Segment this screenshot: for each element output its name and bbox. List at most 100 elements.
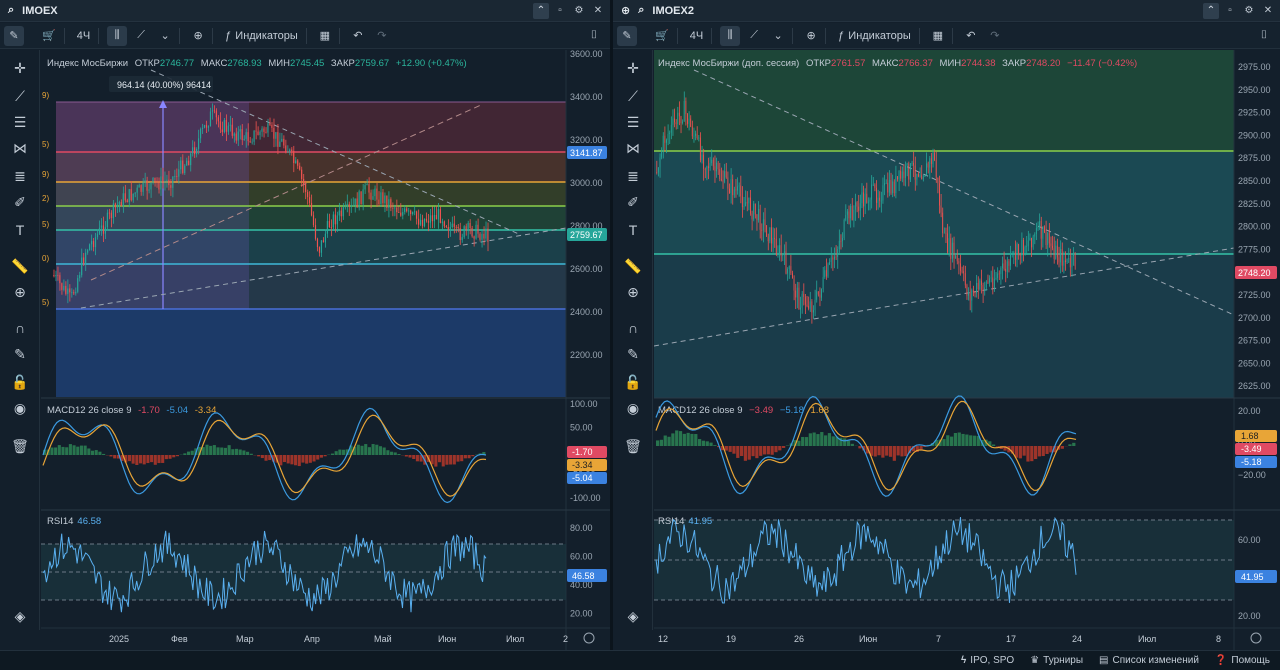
pencil-icon[interactable]: ✎ xyxy=(4,25,24,46)
right-macd-hist-bar xyxy=(705,441,709,446)
magnet-icon-2[interactable]: ∩ xyxy=(621,318,645,338)
right-macd-hist-bar xyxy=(759,446,763,456)
left-candle xyxy=(255,130,257,132)
changes-link[interactable]: ▤ Список изменений xyxy=(1099,655,1199,666)
settings-icon-2[interactable]: ⚙ xyxy=(1241,3,1257,19)
lock-drawing-icon-2[interactable]: ✎ xyxy=(621,344,645,364)
lock-drawing-icon[interactable]: ✎ xyxy=(8,344,32,364)
right-candle xyxy=(809,301,811,309)
right-candle xyxy=(746,202,748,204)
chevron-down-icon-2[interactable]: ⌄ xyxy=(768,26,788,46)
timeframe-button[interactable]: 4Ч xyxy=(73,26,94,46)
candles-icon[interactable]: ⫼ xyxy=(107,25,128,46)
left-ticker-label[interactable]: IMOEX xyxy=(22,5,57,17)
help-link[interactable]: ❓ Помощь xyxy=(1215,655,1270,666)
left-macd-hist-bar xyxy=(415,455,419,462)
collapse-icon[interactable]: ⌃ xyxy=(533,3,549,19)
undo-icon[interactable]: ↶ xyxy=(348,26,368,46)
lock-icon[interactable]: 🔓 xyxy=(8,372,32,392)
redo-icon[interactable]: ↷ xyxy=(372,26,392,46)
line-chart-icon-2[interactable]: ⟋ xyxy=(744,26,764,46)
fibonacci-icon[interactable]: ≣ xyxy=(8,166,32,186)
eye-icon-2[interactable]: ◉ xyxy=(621,398,645,418)
lock-icon-2[interactable]: 🔓 xyxy=(621,372,645,392)
text-icon[interactable]: T xyxy=(8,220,32,240)
add-icon-2[interactable]: ⊕ xyxy=(801,26,821,46)
right-candle xyxy=(779,245,780,255)
trendline-icon[interactable]: ⟋ xyxy=(8,86,32,106)
zoom-icon[interactable]: ⊕ xyxy=(8,282,32,302)
trash-icon-2[interactable]: 🗑 xyxy=(621,436,645,456)
right-candle xyxy=(827,264,829,277)
left-candle xyxy=(110,212,112,219)
cart-icon-2[interactable]: 🛒 xyxy=(651,26,673,46)
fibonacci-icon-2[interactable]: ≣ xyxy=(621,166,645,186)
right-candle xyxy=(821,289,822,298)
left-macd-hist-bar xyxy=(50,447,54,455)
horizontal-lines-icon[interactable]: ☰ xyxy=(8,112,32,132)
right-candle xyxy=(856,202,858,207)
right-candle xyxy=(751,213,753,220)
timeframe-button-2[interactable]: 4Ч xyxy=(686,26,707,46)
camera-icon-2[interactable]: ⌷ xyxy=(1254,26,1274,46)
horizontal-lines-icon-2[interactable]: ☰ xyxy=(621,112,645,132)
crosshair-icon[interactable]: ✛ xyxy=(8,58,32,78)
search-icon[interactable]: ⌕ xyxy=(8,4,14,17)
candles-icon-2[interactable]: ⫼ xyxy=(720,25,741,46)
ruler-icon-2[interactable]: 📏 xyxy=(621,256,645,276)
right-candle xyxy=(1064,260,1066,263)
indicators-button[interactable]: ƒ Индикаторы xyxy=(221,26,302,46)
pattern-icon[interactable]: ⋈ xyxy=(8,138,32,158)
add-tab-icon[interactable]: ⊕ xyxy=(621,4,630,17)
settings-icon[interactable]: ⚙ xyxy=(571,3,587,19)
left-candle xyxy=(102,225,105,234)
pattern-icon-2[interactable]: ⋈ xyxy=(621,138,645,158)
undo-icon-2[interactable]: ↶ xyxy=(961,26,981,46)
left-chart-area[interactable]: Индекс МосБиржи ОТКР2746.77 МАКС2768.93 … xyxy=(41,50,610,650)
close-icon[interactable]: ✕ xyxy=(590,3,606,19)
right-candle xyxy=(958,261,960,264)
left-candle xyxy=(477,224,479,234)
close-icon-2[interactable]: ✕ xyxy=(1260,3,1276,19)
left-candle xyxy=(170,185,172,188)
right-candle xyxy=(938,183,940,206)
right-candle xyxy=(812,310,814,313)
text-icon-2[interactable]: T xyxy=(621,220,645,240)
help-label: Помощь xyxy=(1231,655,1270,666)
chevron-down-icon[interactable]: ⌄ xyxy=(155,26,175,46)
trendline-icon-2[interactable]: ⟋ xyxy=(621,86,645,106)
left-macd-hist-bar xyxy=(183,453,187,455)
magnet-icon[interactable]: ∩ xyxy=(8,318,32,338)
right-ticker-label[interactable]: IMOEX2 xyxy=(652,5,694,17)
layout-icon[interactable]: ▦ xyxy=(315,26,335,46)
collapse-icon-2[interactable]: ⌃ xyxy=(1203,3,1219,19)
layers-icon-2[interactable]: ◈ xyxy=(621,606,645,626)
camera-icon[interactable]: ⌷ xyxy=(584,26,604,46)
left-candle xyxy=(386,195,388,208)
crosshair-icon-2[interactable]: ✛ xyxy=(621,58,645,78)
left-candle xyxy=(112,203,114,219)
left-candle xyxy=(81,257,83,276)
ipo-link[interactable]: ϟ IPO, SPO xyxy=(961,655,1014,666)
right-candle xyxy=(720,178,722,181)
tournaments-link[interactable]: ♛ Турниры xyxy=(1030,655,1083,666)
right-candle xyxy=(790,266,792,274)
add-icon[interactable]: ⊕ xyxy=(188,26,208,46)
redo-icon-2[interactable]: ↷ xyxy=(985,26,1005,46)
right-chart-area[interactable]: Индекс МосБиржи (доп. сессия) ОТКР2761.5… xyxy=(654,50,1280,650)
layout-icon-2[interactable]: ▦ xyxy=(928,26,948,46)
brush-icon[interactable]: ✐ xyxy=(8,192,32,212)
eye-icon[interactable]: ◉ xyxy=(8,398,32,418)
cart-icon[interactable]: 🛒 xyxy=(38,26,60,46)
brush-icon-2[interactable]: ✐ xyxy=(621,192,645,212)
window-icon-2[interactable]: ▫ xyxy=(1222,3,1238,19)
line-chart-icon[interactable]: ⟋ xyxy=(131,26,151,46)
pencil-icon-2[interactable]: ✎ xyxy=(617,25,637,46)
layers-icon[interactable]: ◈ xyxy=(8,606,32,626)
trash-icon[interactable]: 🗑 xyxy=(8,436,32,456)
zoom-icon-2[interactable]: ⊕ xyxy=(621,282,645,302)
window-icon[interactable]: ▫ xyxy=(552,3,568,19)
search-icon-2[interactable]: ⌕ xyxy=(638,4,644,17)
ruler-icon[interactable]: 📏 xyxy=(8,256,32,276)
indicators-button-2[interactable]: ƒ Индикаторы xyxy=(834,26,915,46)
